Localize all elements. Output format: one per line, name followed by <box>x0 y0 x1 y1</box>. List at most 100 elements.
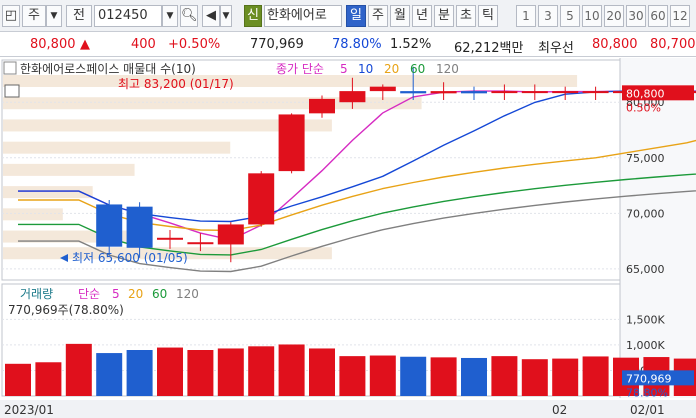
candle-body <box>521 91 548 94</box>
x-axis-label-start: 2023/01 <box>4 403 54 417</box>
volume-bar <box>430 357 457 396</box>
code-label: 전 <box>66 5 92 27</box>
x-axis-bar <box>0 400 696 418</box>
candle-body <box>217 224 244 245</box>
volume-bar <box>278 344 305 396</box>
high-annotation: 최고 83,200 (01/17) <box>118 77 234 91</box>
volume-bar <box>96 353 123 396</box>
candle-body <box>369 86 396 92</box>
last-price-pct: 0.50% <box>626 101 661 114</box>
interval-button-1[interactable]: 3 <box>538 5 558 27</box>
period-tab-5[interactable]: 초 <box>456 5 476 27</box>
volume-tick-label: 1,000K <box>626 339 665 352</box>
search-icon[interactable]: 🔍︎ <box>180 5 198 27</box>
interval-button-4[interactable]: 20 <box>604 5 624 27</box>
candle-body <box>582 91 609 94</box>
volume-bar <box>35 362 62 396</box>
change-percent: +0.50% <box>168 37 221 52</box>
volume-ma-period: 5 <box>112 287 120 301</box>
panel-toggle-icon <box>3 61 17 75</box>
stock-name[interactable]: 한화에어로 <box>264 5 342 27</box>
volume-bar <box>582 356 609 396</box>
volume-profile-bar <box>3 163 135 176</box>
volume-ratio: 78.80% <box>332 37 382 52</box>
volume-ma-period: 20 <box>128 287 143 301</box>
speaker-icon[interactable]: ◀︎ <box>202 5 220 27</box>
x-axis-label-end: 02/01 <box>630 403 665 417</box>
volume-tick-label: 1,500K <box>626 313 665 326</box>
interval-button-7[interactable]: 12 <box>670 5 690 27</box>
volume-profile-bar <box>3 141 231 154</box>
interval-button-6[interactable]: 60 <box>648 5 668 27</box>
ma-period-label: 60 <box>410 62 425 76</box>
candle-body <box>400 91 427 94</box>
volume-bar <box>400 356 427 396</box>
period-tab-3[interactable]: 년 <box>412 5 432 27</box>
quote-bar: 80,800 ▲ 400 +0.50% 770,969 78.80% 1.52%… <box>0 33 696 57</box>
interval-button-3[interactable]: 10 <box>582 5 602 27</box>
volume-bar <box>65 343 92 396</box>
volume-panel-title: 거래량 <box>20 287 53 301</box>
volume-bar <box>309 348 335 396</box>
up-triangle-icon: ▲ <box>80 37 90 52</box>
type-select[interactable]: 주 <box>22 5 46 27</box>
volume-profile-bar <box>3 186 93 199</box>
period-tab-2[interactable]: 월 <box>390 5 410 27</box>
candle-body <box>187 242 214 245</box>
grid-icon <box>4 84 20 98</box>
candle-body <box>126 206 153 248</box>
ma-period-label: 10 <box>358 62 373 76</box>
volume-ma-label: 단순 <box>78 287 100 301</box>
candle-body <box>339 91 366 103</box>
trade-amount: 62,212백만 <box>454 41 524 56</box>
last-price-value: 80,800 <box>626 87 665 100</box>
volume-profile-bar <box>3 208 63 221</box>
volume-bar <box>5 363 31 396</box>
period-tab-6[interactable]: 틱 <box>478 5 498 27</box>
price-tick-label: 75,000 <box>626 152 665 165</box>
volume-bar <box>126 350 153 396</box>
chevron-down-icon[interactable]: ▼ <box>220 5 232 27</box>
best-quote-label: 최우선 <box>538 41 574 56</box>
chevron-down-icon[interactable]: ▼ <box>46 5 62 27</box>
chart-toolbar: ◰ 주 ▼ 전 012450 ▼ 🔍︎ ◀︎ ▼ 신 한화에어로 일주월년분초틱… <box>0 0 696 32</box>
volume-bar <box>339 356 366 396</box>
price-change: 400 <box>131 37 156 52</box>
candle-body <box>248 173 275 225</box>
volume-bar <box>491 356 518 396</box>
bid-price: 80,700 <box>650 37 696 52</box>
interval-button-0[interactable]: 1 <box>516 5 536 27</box>
chart-area[interactable]: 80,000 75,000 70,000 65,000 한화에어로스페이스 매물대 수(… <box>0 58 696 418</box>
ma-period-label: 5 <box>340 62 348 76</box>
candle-body <box>461 91 487 94</box>
volume-bar <box>461 357 487 396</box>
volume-bar <box>248 346 275 396</box>
volume-ma-period: 60 <box>152 287 167 301</box>
low-annotation: 최저 65,600 (01/05) <box>72 251 188 265</box>
price-tick-label: 65,000 <box>626 263 665 276</box>
period-tab-0[interactable]: 일 <box>346 5 366 27</box>
ask-price: 80,800 <box>592 37 638 52</box>
ma-period-label: 20 <box>384 62 399 76</box>
volume-profile-bar <box>3 75 578 87</box>
price-tick-label: 70,000 <box>626 207 665 220</box>
interval-button-2[interactable]: 5 <box>560 5 580 27</box>
ma-label: 종가 단순 <box>276 62 324 76</box>
credit-badge: 신 <box>244 5 262 27</box>
stock-chart-svg[interactable]: 80,00075,00070,00065,000한화에어로스페이스 매물대 수(… <box>0 58 696 418</box>
candle-body <box>430 91 457 94</box>
volume-bar <box>369 355 396 396</box>
current-price: 80,800 <box>30 37 76 52</box>
candle-body <box>96 204 123 247</box>
stock-code-input[interactable]: 012450 <box>94 5 162 27</box>
volume-ma-period: 120 <box>176 287 199 301</box>
chevron-down-icon[interactable]: ▼ <box>162 5 178 27</box>
last-volume-pct: 78.80% <box>626 386 668 399</box>
candle-body <box>278 114 305 172</box>
period-tab-4[interactable]: 분 <box>434 5 454 27</box>
interval-button-5[interactable]: 30 <box>626 5 646 27</box>
window-icon[interactable]: ◰ <box>2 5 20 27</box>
turnover-rate: 1.52% <box>390 37 432 52</box>
candle-body <box>157 237 183 240</box>
period-tab-1[interactable]: 주 <box>368 5 388 27</box>
